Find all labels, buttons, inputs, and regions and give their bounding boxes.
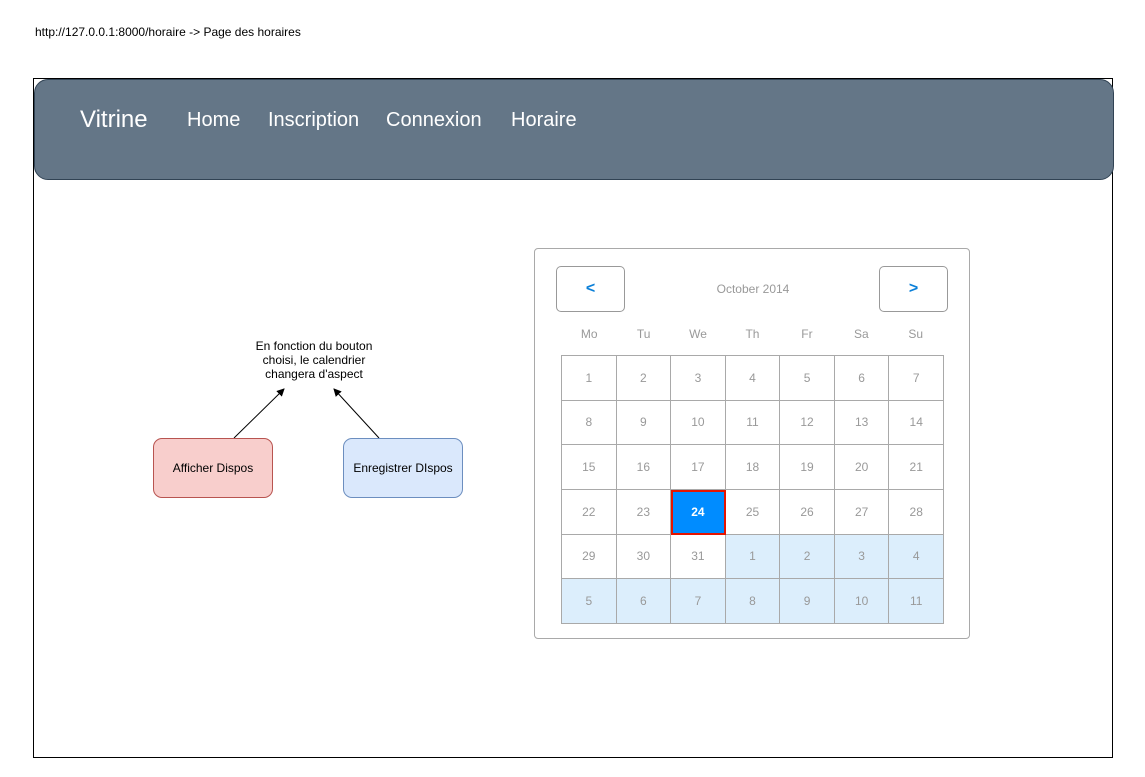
calendar-day[interactable]: 9 <box>616 400 672 446</box>
calendar-day[interactable]: 17 <box>671 445 726 490</box>
calendar-days-grid: 1 2 3 4 5 6 7 8 9 10 11 12 13 14 15 16 17 18 19 20 21 22 23 24 2… <box>561 355 944 624</box>
weekday-label: We <box>689 327 707 341</box>
calendar-day[interactable]: 15 <box>562 445 617 490</box>
weekday-label: Mo <box>580 327 598 341</box>
calendar-day[interactable]: 27 <box>834 490 890 535</box>
calendar-widget: < October 2014 > Mo Tu We Th Fr Sa Su 12… <box>534 248 970 639</box>
weekday-label: Sa <box>853 327 869 341</box>
calendar-day[interactable]: 7 <box>671 579 726 624</box>
calendar-day[interactable]: 25 <box>725 490 781 535</box>
weekday-label: Tu <box>636 327 651 341</box>
calendar-day[interactable]: 12 <box>780 400 835 446</box>
arrow-afficher-to-note <box>233 388 285 439</box>
weekday-label: Th <box>745 327 760 341</box>
calendar-day[interactable]: 1 <box>725 534 781 580</box>
calendar-day[interactable]: 5 <box>780 356 835 401</box>
calendar-day[interactable]: 3 <box>671 356 726 401</box>
calendar-day[interactable]: 6 <box>834 356 890 401</box>
calendar-day[interactable]: 5 <box>562 579 617 624</box>
page-frame: Vitrine Home Inscription Connexion Horai… <box>33 78 1114 758</box>
calendar-day[interactable]: 11 <box>889 579 944 624</box>
calendar-day[interactable]: 10 <box>671 400 726 446</box>
calendar-day[interactable]: 14 <box>889 400 944 446</box>
calendar-day[interactable]: 26 <box>780 490 835 535</box>
calendar-day[interactable]: 6 <box>616 579 672 624</box>
weekday-label: Su <box>908 327 924 341</box>
calendar-day[interactable]: 22 <box>562 490 617 535</box>
calendar-day[interactable]: 16 <box>616 445 672 490</box>
url-caption: http://127.0.0.1:8000/horaire -> Page de… <box>35 25 301 39</box>
calendar-day[interactable]: 18 <box>725 445 781 490</box>
calendar-day[interactable]: 1 <box>562 356 617 401</box>
calendar-day[interactable]: 29 <box>562 534 617 580</box>
afficher-dispos-button[interactable]: Afficher Dispos <box>153 438 273 498</box>
calendar-day[interactable]: 11 <box>725 400 781 446</box>
calendar-day[interactable]: 31 <box>671 534 726 580</box>
calendar-next-button[interactable]: > <box>879 266 948 312</box>
calendar-day-selected[interactable]: 24 <box>671 490 726 535</box>
calendar-day[interactable]: 13 <box>834 400 890 446</box>
enregistrer-dispos-button[interactable]: Enregistrer DIspos <box>343 438 463 498</box>
calendar-day[interactable]: 20 <box>834 445 890 490</box>
calendar-day[interactable]: 23 <box>616 490 672 535</box>
calendar-day[interactable]: 19 <box>780 445 835 490</box>
calendar-day[interactable]: 30 <box>616 534 672 580</box>
calendar-month-title: October 2014 <box>716 282 790 296</box>
calendar-day[interactable]: 7 <box>889 356 944 401</box>
calendar-prev-button[interactable]: < <box>556 266 625 312</box>
calendar-day[interactable]: 10 <box>834 579 890 624</box>
calendar-day[interactable]: 2 <box>616 356 672 401</box>
calendar-day[interactable]: 8 <box>725 579 781 624</box>
calendar-weekday-header: Mo Tu We Th Fr Sa Su <box>562 327 943 341</box>
arrow-enregistrer-to-note <box>333 388 380 439</box>
calendar-day[interactable]: 9 <box>780 579 835 624</box>
calendar-day[interactable]: 21 <box>889 445 944 490</box>
calendar-day[interactable]: 2 <box>780 534 835 580</box>
calendar-day[interactable]: 3 <box>834 534 890 580</box>
calendar-day[interactable]: 28 <box>889 490 944 535</box>
weekday-label: Fr <box>801 327 813 341</box>
calendar-day[interactable]: 4 <box>725 356 781 401</box>
calendar-day[interactable]: 8 <box>562 400 617 446</box>
calendar-day[interactable]: 4 <box>889 534 944 580</box>
